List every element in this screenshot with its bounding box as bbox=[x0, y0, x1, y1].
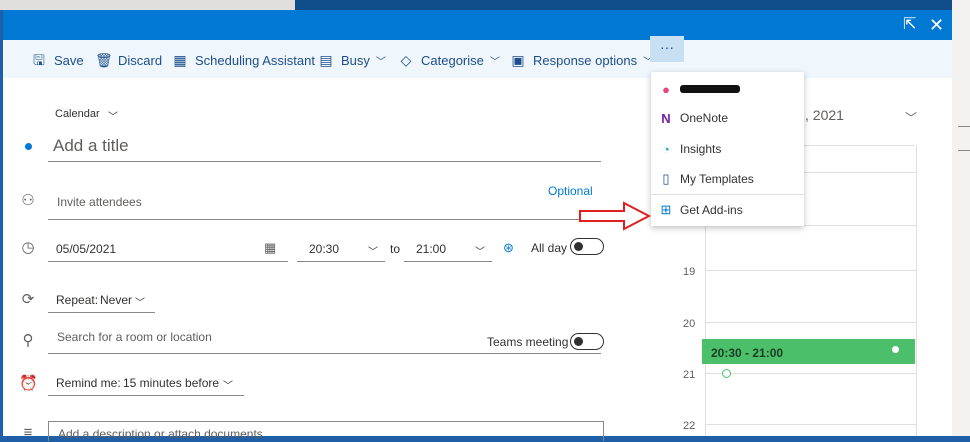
repeat-icon: ⟳ bbox=[21, 291, 35, 308]
repeat-label: Repeat: bbox=[56, 293, 99, 307]
day-column-border bbox=[916, 145, 917, 436]
busy-label: Busy bbox=[341, 52, 370, 68]
annotation-arrow bbox=[579, 201, 652, 231]
command-toolbar: 🖫 Save 🗑 Discard ▦ Scheduling Assistant … bbox=[3, 40, 952, 78]
trash-icon: 🗑 bbox=[95, 52, 113, 68]
menu-item-get-add-ins[interactable]: ⊞ Get Add-ins bbox=[651, 196, 804, 224]
dialog-titlebar: ⇱ ✕ bbox=[3, 10, 952, 40]
remind-label: Remind me: bbox=[56, 376, 121, 390]
chevron-down-icon[interactable]: ﹀ bbox=[108, 108, 118, 123]
location-icon: ⚲ bbox=[22, 332, 34, 349]
person-icon: ⚇ bbox=[21, 192, 35, 209]
all-day-toggle[interactable] bbox=[570, 238, 604, 255]
menu-item-my-templates[interactable]: ▯ My Templates bbox=[651, 165, 804, 193]
description-placeholder: Add a description or attach documents bbox=[58, 427, 263, 441]
chevron-down-icon: ﹀ bbox=[223, 381, 233, 392]
scheduling-label: Scheduling Assistant bbox=[195, 52, 315, 68]
onenote-icon: N bbox=[661, 110, 671, 126]
menu-item-insights[interactable]: ◔ Insights bbox=[651, 135, 804, 163]
chevron-down-icon[interactable]: ﹀ bbox=[905, 109, 917, 126]
resize-handle-bottom[interactable] bbox=[722, 369, 731, 378]
alarm-icon: ⏰ bbox=[19, 375, 38, 392]
hour-label: 20 bbox=[683, 318, 696, 330]
day-preview-date: , 2021 bbox=[805, 107, 844, 123]
repeat-value: Never bbox=[100, 293, 133, 307]
hour-label: 21 bbox=[683, 369, 696, 381]
start-time-value: 20:30 bbox=[309, 242, 340, 256]
category-dot bbox=[25, 143, 32, 150]
save-label: Save bbox=[54, 52, 84, 68]
optional-attendees-link[interactable]: Optional bbox=[548, 184, 593, 198]
chevron-down-icon: ﹀ bbox=[489, 56, 500, 68]
more-options-button[interactable]: ··· bbox=[650, 36, 684, 62]
teams-meeting-toggle[interactable] bbox=[570, 333, 604, 350]
response-options-dropdown[interactable]: ▣ Response options ﹀ bbox=[510, 50, 653, 70]
categorise-label: Categorise bbox=[421, 52, 484, 68]
background-divider bbox=[958, 126, 970, 127]
insights-icon: ◔ bbox=[662, 141, 670, 157]
calendar-selector[interactable]: Calendar bbox=[55, 108, 100, 120]
all-day-label: All day bbox=[531, 241, 568, 255]
hour-label: 22 bbox=[683, 420, 696, 432]
chevron-down-icon: ﹀ bbox=[368, 247, 378, 258]
redacted-label bbox=[680, 85, 740, 93]
background-app-strip bbox=[0, 0, 295, 10]
scheduling-assistant-button[interactable]: ▦ Scheduling Assistant bbox=[172, 50, 315, 70]
background-divider bbox=[958, 150, 970, 151]
hour-gridline bbox=[705, 322, 916, 323]
scheduling-icon: ▦ bbox=[173, 52, 187, 68]
menu-item-redacted-addin[interactable]: ● bbox=[651, 75, 804, 103]
templates-icon: ▯ bbox=[662, 171, 670, 186]
hour-gridline bbox=[705, 270, 916, 271]
description-icon: ≡ bbox=[23, 424, 33, 441]
clock-icon: ◷ bbox=[21, 239, 35, 256]
resize-handle-top[interactable] bbox=[891, 345, 900, 354]
close-icon[interactable]: ✕ bbox=[929, 16, 944, 34]
discard-label: Discard bbox=[118, 52, 163, 68]
categorise-dropdown[interactable]: ◇ Categorise ﹀ bbox=[398, 50, 500, 70]
busy-status-icon: ▤ bbox=[319, 52, 333, 68]
location-pin-icon: ● bbox=[662, 81, 670, 97]
chevron-down-icon: ﹀ bbox=[375, 56, 386, 68]
remind-value: 15 minutes before bbox=[123, 376, 220, 390]
to-label: to bbox=[390, 242, 401, 256]
attendees-placeholder: Invite attendees bbox=[57, 195, 142, 209]
response-icon: ▣ bbox=[511, 52, 525, 68]
calendar-icon[interactable]: ▦ bbox=[264, 240, 276, 256]
pop-out-icon[interactable]: ⇱ bbox=[903, 16, 916, 34]
location-placeholder: Search for a room or location bbox=[57, 330, 212, 344]
teams-meeting-label: Teams meeting bbox=[487, 335, 569, 349]
chevron-down-icon: ﹀ bbox=[135, 298, 145, 309]
time-zone-icon[interactable]: ⊛ bbox=[503, 240, 514, 256]
event-block[interactable]: 20:30 - 21:00 bbox=[702, 339, 915, 364]
add-ins-icon: ⊞ bbox=[660, 202, 672, 217]
menu-item-onenote[interactable]: N OneNote bbox=[651, 104, 804, 132]
overflow-menu: ● N OneNote ◔ Insights ▯ My Templates ⊞ … bbox=[651, 72, 804, 226]
tag-icon: ◇ bbox=[400, 52, 412, 68]
response-label: Response options bbox=[533, 52, 638, 68]
save-icon: 🖫 bbox=[33, 52, 45, 68]
hour-gridline bbox=[705, 424, 916, 425]
save-button[interactable]: 🖫 Save bbox=[31, 50, 84, 70]
chevron-down-icon: ﹀ bbox=[475, 247, 485, 258]
discard-button[interactable]: 🗑 Discard bbox=[95, 50, 162, 70]
busy-dropdown[interactable]: ▤ Busy ﹀ bbox=[318, 50, 386, 70]
end-time-value: 21:00 bbox=[416, 242, 447, 256]
background-app-panel bbox=[952, 0, 970, 436]
title-input[interactable]: Add a title bbox=[48, 136, 601, 162]
hour-label: 19 bbox=[683, 266, 696, 278]
date-value: 05/05/2021 bbox=[56, 242, 117, 256]
hour-gridline bbox=[705, 373, 916, 374]
menu-divider bbox=[651, 194, 804, 195]
